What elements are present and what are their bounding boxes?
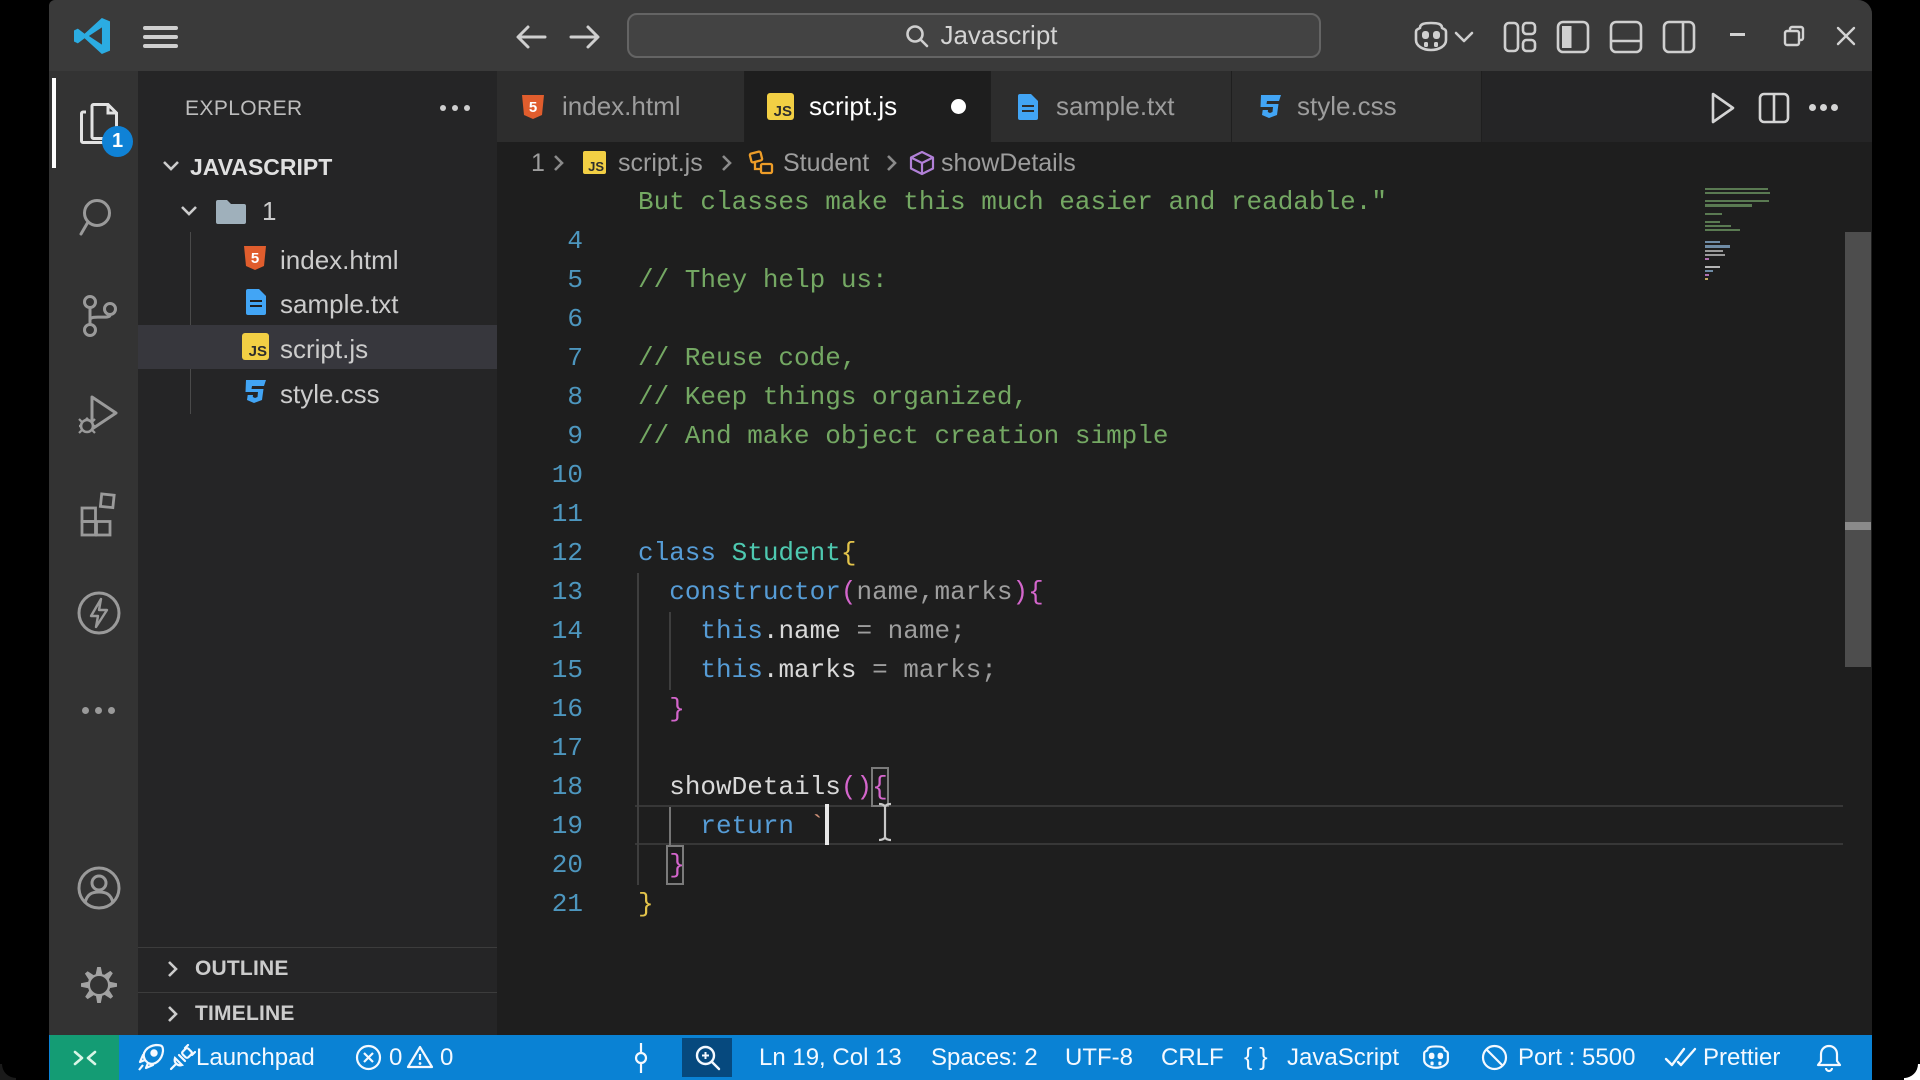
- svg-text:5: 5: [251, 250, 259, 267]
- svg-text:5: 5: [529, 99, 537, 116]
